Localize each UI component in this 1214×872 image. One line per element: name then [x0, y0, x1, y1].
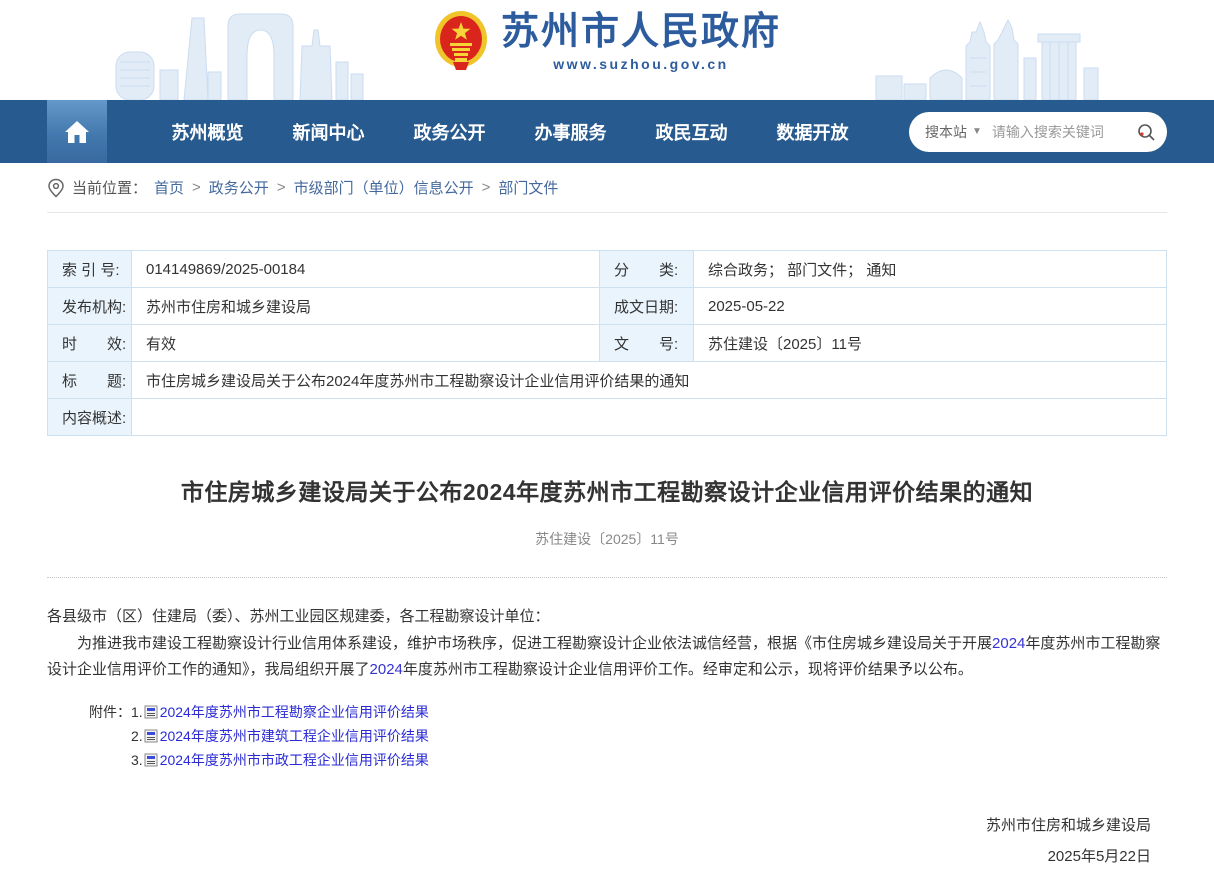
paragraph-segment-highlight: 2024 [370, 661, 403, 678]
attachment-number: 3. [131, 748, 143, 772]
search-scope-label: 搜本站 [925, 122, 967, 142]
paragraph-segment: 为推进我市建设工程勘察设计行业信用体系建设，维护市场秩序，促进工程勘察设计企业依… [77, 635, 992, 652]
list-item: 3. 2024年度苏州市市政工程企业信用评价结果 [131, 748, 429, 772]
attachments-section: 附件： 1. 2024年度苏州市工程勘察企业信用评价结果 2. [47, 700, 1167, 772]
meta-title-value: 市住房城乡建设局关于公布2024年度苏州市工程勘察设计企业信用评价结果的通知 [132, 362, 1167, 399]
meta-docnum-value: 苏住建设〔2025〕11号 [694, 325, 1167, 362]
table-row: 时 效: 有效 文 号: 苏住建设〔2025〕11号 [48, 325, 1167, 362]
attachment-link-construction-results[interactable]: 2024年度苏州市建筑工程企业信用评价结果 [160, 724, 429, 748]
meta-index-value: 014149869/2025-00184 [132, 251, 600, 288]
meta-category-value: 综合政务； 部门文件； 通知 [694, 251, 1167, 288]
site-brand[interactable]: 苏州市人民政府 www.suzhou.gov.cn [0, 10, 1214, 72]
document-meta-table: 索 引 号: 014149869/2025-00184 分 类: 综合政务； 部… [47, 250, 1167, 436]
site-title: 苏州市人民政府 [501, 10, 781, 54]
table-row: 内容概述: [48, 399, 1167, 436]
site-brand-text: 苏州市人民政府 www.suzhou.gov.cn [501, 10, 781, 72]
salutation: 各县级市（区）住建局（委）、苏州工业园区规建委，各工程勘察设计单位： [47, 604, 1167, 630]
search-scope-selector[interactable]: 搜本站 ▼ [925, 122, 982, 142]
nav-item-government-affairs[interactable]: 政务公开 [414, 119, 486, 145]
meta-validity-value: 有效 [132, 325, 600, 362]
breadcrumb-item-gov-affairs[interactable]: 政务公开 [209, 177, 269, 198]
meta-summary-label: 内容概述: [48, 399, 132, 436]
paragraph-segment: 年度苏州市工程勘察设计企业信用评价工作。经审定和公示，现将评价结果予以公布。 [403, 661, 973, 678]
breadcrumb-bar: 当前位置： 首页 > 政务公开 > 市级部门（单位）信息公开 > 部门文件 [0, 163, 1214, 213]
breadcrumb-label: 当前位置： [72, 177, 147, 198]
meta-title-label: 标 题: [48, 362, 132, 399]
breadcrumb-separator: > [482, 179, 491, 196]
home-icon [64, 120, 90, 144]
table-row: 标 题: 市住房城乡建设局关于公布2024年度苏州市工程勘察设计企业信用评价结果… [48, 362, 1167, 399]
divider [47, 577, 1167, 578]
meta-index-label: 索 引 号: [48, 251, 132, 288]
breadcrumb-separator: > [277, 179, 286, 196]
nav-item-open-data[interactable]: 数据开放 [777, 119, 849, 145]
breadcrumb-item-municipal-departments[interactable]: 市级部门（单位）信息公开 [294, 177, 474, 198]
main-content: 索 引 号: 014149869/2025-00184 分 类: 综合政务； 部… [47, 250, 1167, 872]
table-row: 发布机构: 苏州市住房和城乡建设局 成文日期: 2025-05-22 [48, 288, 1167, 325]
nav-item-public-interaction[interactable]: 政民互动 [656, 119, 728, 145]
document-title: 市住房城乡建设局关于公布2024年度苏州市工程勘察设计企业信用评价结果的通知 [47, 473, 1167, 507]
attachments-list: 1. 2024年度苏州市工程勘察企业信用评价结果 2. 2024年度苏州市建筑工… [131, 700, 429, 772]
nav-item-news-center[interactable]: 新闻中心 [293, 119, 365, 145]
page: 苏州市人民政府 www.suzhou.gov.cn 苏州概览 新闻中心 政务公开… [0, 0, 1214, 872]
meta-agency-value: 苏州市住房和城乡建设局 [132, 288, 600, 325]
signature-agency: 苏州市住房和城乡建设局 [47, 810, 1151, 841]
document-number: 苏住建设〔2025〕11号 [47, 529, 1167, 549]
breadcrumb: 当前位置： 首页 > 政务公开 > 市级部门（单位）信息公开 > 部门文件 [47, 163, 1167, 213]
breadcrumb-separator: > [192, 179, 201, 196]
list-item: 2. 2024年度苏州市建筑工程企业信用评价结果 [131, 724, 429, 748]
attachment-link-municipal-results[interactable]: 2024年度苏州市市政工程企业信用评价结果 [160, 748, 429, 772]
breadcrumb-item-department-documents[interactable]: 部门文件 [498, 177, 558, 198]
meta-summary-value [132, 399, 1167, 436]
nav-home-tab[interactable] [47, 100, 107, 163]
document-file-icon [144, 753, 158, 767]
main-nav: 苏州概览 新闻中心 政务公开 办事服务 政民互动 数据开放 搜本站 ▼ [0, 100, 1214, 163]
signature-block: 苏州市住房和城乡建设局 2025年5月22日 [47, 810, 1167, 872]
meta-category-label: 分 类: [600, 251, 694, 288]
meta-date-label: 成文日期: [600, 288, 694, 325]
table-row: 索 引 号: 014149869/2025-00184 分 类: 综合政务； 部… [48, 251, 1167, 288]
document-file-icon [144, 705, 158, 719]
breadcrumb-item-home[interactable]: 首页 [154, 177, 184, 198]
national-emblem-logo [433, 10, 489, 72]
site-url: www.suzhou.gov.cn [501, 56, 781, 72]
attachment-link-survey-results[interactable]: 2024年度苏州市工程勘察企业信用评价结果 [160, 700, 429, 724]
signature-date: 2025年5月22日 [47, 841, 1151, 872]
meta-date-value: 2025-05-22 [694, 288, 1167, 325]
body-paragraph: 为推进我市建设工程勘察设计行业信用体系建设，维护市场秩序，促进工程勘察设计企业依… [47, 631, 1167, 683]
meta-agency-label: 发布机构: [48, 288, 132, 325]
meta-docnum-label: 文 号: [600, 325, 694, 362]
site-search-box: 搜本站 ▼ [909, 112, 1167, 152]
attachment-number: 1. [131, 700, 143, 724]
chevron-down-icon: ▼ [972, 126, 982, 137]
nav-menu: 苏州概览 新闻中心 政务公开 办事服务 政民互动 数据开放 [107, 100, 903, 163]
search-button[interactable] [1131, 123, 1155, 141]
meta-validity-label: 时 效: [48, 325, 132, 362]
search-icon [1137, 123, 1155, 141]
document-file-icon [144, 729, 158, 743]
location-pin-icon [47, 178, 65, 198]
paragraph-segment-highlight: 2024 [992, 635, 1025, 652]
site-header: 苏州市人民政府 www.suzhou.gov.cn [0, 0, 1214, 100]
list-item: 1. 2024年度苏州市工程勘察企业信用评价结果 [131, 700, 429, 724]
search-input[interactable] [992, 124, 1131, 140]
nav-item-services[interactable]: 办事服务 [535, 119, 607, 145]
attachment-number: 2. [131, 724, 143, 748]
attachments-label: 附件： [89, 700, 131, 772]
nav-item-suzhou-overview[interactable]: 苏州概览 [172, 119, 244, 145]
document-body: 各县级市（区）住建局（委）、苏州工业园区规建委，各工程勘察设计单位： 为推进我市… [47, 604, 1167, 872]
